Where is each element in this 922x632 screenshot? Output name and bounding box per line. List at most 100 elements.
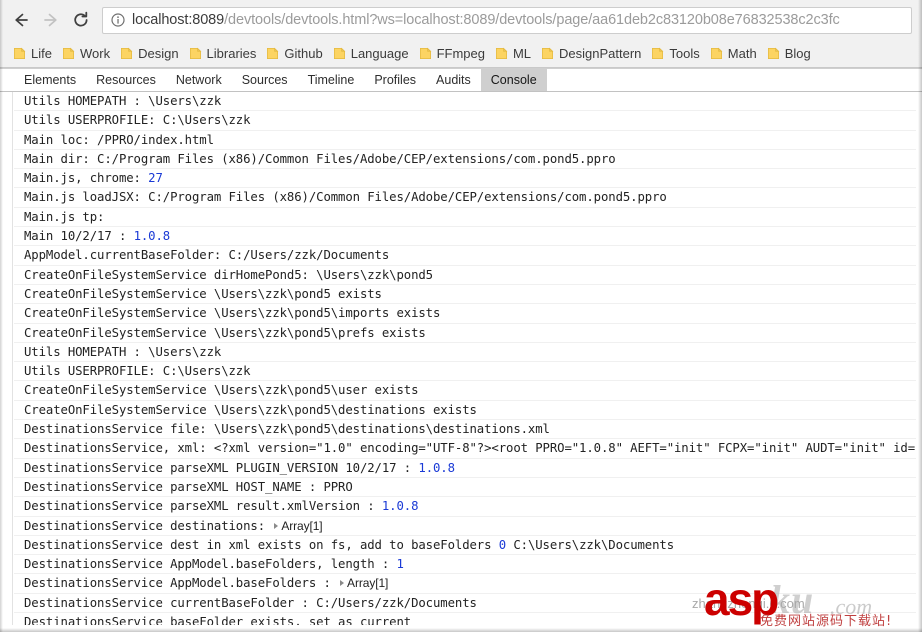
window-edge-right	[918, 0, 922, 632]
disclosure-triangle-icon[interactable]	[274, 522, 279, 529]
bookmark-life[interactable]: Life	[10, 43, 59, 65]
folder-icon	[267, 47, 279, 59]
console-message-text: Main dir: C:/Program Files (x86)/Common …	[24, 151, 616, 166]
console-message-list: Utils HOMEPATH : \Users\zzk Utils USERPRO…	[14, 92, 916, 625]
console-message-text: Utils USERPROFILE: C:\Users\zzk	[24, 364, 251, 379]
folder-icon	[542, 47, 554, 59]
tab-console[interactable]: Console	[480, 69, 547, 91]
console-message: DestinationsService baseFolder exists, s…	[14, 613, 916, 625]
bookmark-label: Tools	[669, 46, 700, 61]
console-message-text: DestinationsService file: \Users\zzk\pon…	[24, 422, 550, 437]
bookmark-language[interactable]: Language	[330, 43, 416, 65]
window-edge-left	[0, 0, 3, 632]
window-edge-bottom	[0, 628, 922, 632]
console-message: CreateOnFileSystemService \Users\zzk\pon…	[14, 324, 916, 343]
bookmark-design[interactable]: Design	[117, 43, 185, 65]
console-message: Main.js tp:	[14, 208, 916, 228]
console-message-text: CreateOnFileSystemService \Users\zzk\pon…	[24, 325, 426, 340]
url-host: localhost:8089	[132, 12, 225, 28]
folder-icon	[121, 47, 133, 59]
tab-timeline[interactable]: Timeline	[298, 69, 365, 91]
tab-profiles[interactable]: Profiles	[364, 69, 426, 91]
bookmark-ffmpeg[interactable]: FFmpeg	[416, 43, 492, 65]
console-message-text: Main 10/2/17 :	[24, 229, 134, 244]
reload-icon	[74, 11, 88, 27]
forward-button[interactable]	[36, 5, 66, 35]
url-path: /devtools/devtools.html?ws=localhost:808…	[224, 12, 840, 28]
console-message-text: Main.js loadJSX: C:/Program Files (x86)/…	[24, 190, 667, 205]
console-message-text: CreateOnFileSystemService \Users\zzk\pon…	[24, 402, 477, 417]
forward-arrow-icon	[44, 13, 57, 27]
tab-sources[interactable]: Sources	[232, 69, 298, 91]
console-message-value: 0	[498, 537, 507, 552]
console-message: DestinationsService AppModel.baseFolders…	[14, 574, 916, 594]
console-message-text: Main.js tp:	[24, 209, 105, 224]
console-message: Utils USERPROFILE: C:\Users\zzk	[14, 362, 916, 382]
bookmark-work[interactable]: Work	[59, 43, 117, 65]
url-text: localhost:8089/devtools/devtools.html?ws…	[132, 12, 840, 28]
bookmark-math[interactable]: Math	[707, 43, 764, 65]
console-message-text: CreateOnFileSystemService \Users\zzk\pon…	[24, 286, 382, 301]
console-message-value: 1	[396, 557, 404, 572]
console-message-text: Main loc: /PPRO/index.html	[24, 132, 214, 147]
folder-icon	[419, 47, 431, 59]
address-bar[interactable]: localhost:8089/devtools/devtools.html?ws…	[102, 6, 912, 34]
console-message-text: CreateOnFileSystemService \Users\zzk\pon…	[24, 306, 441, 321]
console-message: Main dir: C:/Program Files (x86)/Common …	[14, 150, 916, 170]
console-object-ref[interactable]: Array[1]	[281, 519, 322, 533]
bookmarks-bar: Life Work Design Libraries Github Language FFm…	[0, 40, 922, 68]
console-message-text: DestinationsService baseFolder exists, s…	[24, 615, 412, 625]
bookmark-label: Work	[79, 46, 111, 61]
bookmark-label: Github	[284, 46, 323, 61]
console-message-text: DestinationsService AppModel.baseFolders…	[24, 557, 397, 572]
console-message: DestinationsService currentBaseFolder : …	[14, 594, 916, 614]
bookmark-label: Math	[727, 46, 757, 61]
console-message-text: DestinationsService parseXML HOST_NAME :…	[24, 479, 353, 494]
console-message-value: 1.0.8	[381, 499, 419, 514]
tab-network[interactable]: Network	[166, 69, 232, 91]
console-panel[interactable]: Utils HOMEPATH : \Users\zzk Utils USERPRO…	[0, 92, 922, 625]
page-info-icon[interactable]	[111, 13, 125, 27]
bookmark-libraries[interactable]: Libraries	[186, 43, 264, 65]
reload-button[interactable]	[66, 5, 96, 35]
console-object-ref[interactable]: Array[1]	[347, 576, 388, 590]
bookmark-label: Design	[138, 46, 179, 61]
console-message-value: 27	[148, 171, 163, 186]
bookmark-github[interactable]: Github	[263, 43, 329, 65]
bookmark-label: FFmpeg	[436, 46, 485, 61]
console-message-text: DestinationsService destinations:	[24, 518, 273, 533]
bookmark-blog[interactable]: Blog	[764, 43, 818, 65]
console-message: Main.js, chrome: 27	[14, 169, 916, 189]
folder-icon	[189, 47, 201, 59]
console-message: AppModel.currentBaseFolder: C:/Users/zzk…	[14, 246, 916, 266]
back-arrow-icon	[15, 13, 28, 27]
console-message: DestinationsService parseXML HOST_NAME :…	[14, 478, 916, 498]
console-message: DestinationsService dest in xml exists o…	[14, 536, 916, 556]
folder-icon	[652, 47, 664, 59]
console-message: CreateOnFileSystemService \Users\zzk\pon…	[14, 285, 916, 305]
folder-icon	[14, 47, 26, 59]
bookmark-tools[interactable]: Tools	[648, 43, 706, 65]
bookmark-label: Libraries	[206, 46, 257, 61]
browser-window: localhost:8089/devtools/devtools.html?ws…	[0, 0, 922, 632]
console-message-text: CreateOnFileSystemService dirHomePond5: …	[24, 267, 433, 282]
tab-resources[interactable]: Resources	[86, 69, 166, 91]
console-message: Utils USERPROFILE: C:\Users\zzk	[14, 111, 916, 131]
bookmark-ml[interactable]: ML	[492, 43, 538, 65]
console-message-value: 1.0.8	[418, 460, 455, 475]
console-message: CreateOnFileSystemService \Users\zzk\pon…	[14, 381, 916, 401]
console-message: Main 10/2/17 : 1.0.8	[14, 227, 916, 247]
bookmark-label: Language	[350, 46, 409, 61]
console-message-tail: C:\Users\zzk\Documents	[506, 537, 675, 552]
disclosure-triangle-icon[interactable]	[340, 580, 345, 587]
tab-audits[interactable]: Audits	[426, 69, 481, 91]
console-message-text: AppModel.currentBaseFolder: C:/Users/zzk…	[24, 248, 390, 263]
bookmark-designpattern[interactable]: DesignPattern	[538, 43, 648, 65]
folder-icon	[333, 47, 346, 59]
console-message: Utils HOMEPATH : \Users\zzk	[14, 343, 916, 363]
console-message: CreateOnFileSystemService \Users\zzk\pon…	[14, 401, 916, 421]
back-button[interactable]	[6, 5, 36, 35]
tab-elements[interactable]: Elements	[14, 69, 86, 91]
folder-icon	[767, 47, 780, 59]
console-message-text: DestinationsService parseXML result.xmlV…	[24, 499, 382, 514]
